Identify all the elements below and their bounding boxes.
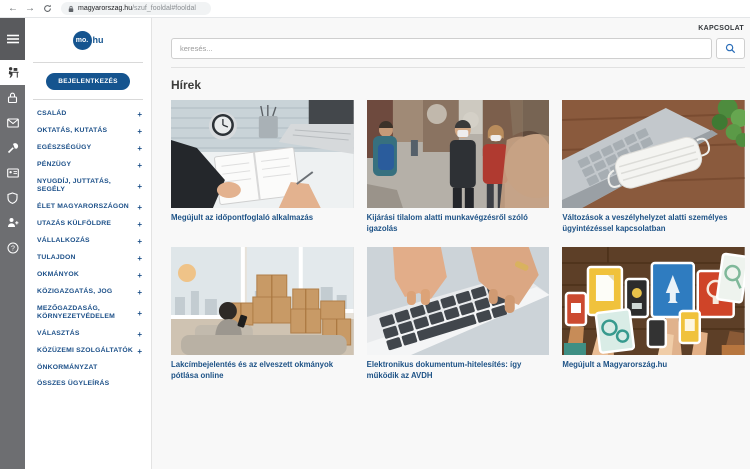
news-title: Elektronikus dokumentum-hitelesítés: így… bbox=[367, 360, 550, 382]
news-card-appointment-app[interactable]: Megújult az időpontfoglaló alkalmazás bbox=[171, 100, 354, 235]
news-heading: Hírek bbox=[171, 78, 750, 92]
expand-plus-icon: + bbox=[137, 254, 142, 263]
news-title: Változások a veszélyhelyzet alatti szemé… bbox=[562, 213, 745, 235]
search-input[interactable] bbox=[171, 38, 712, 59]
news-card-address-registration[interactable]: Lakcímbejelentés és az elveszett okmányo… bbox=[171, 247, 354, 382]
workstation-icon[interactable] bbox=[0, 60, 25, 85]
login-button[interactable]: BEJELENTKEZÉS bbox=[46, 73, 130, 90]
news-title: Megújult a Magyarország.hu bbox=[562, 360, 745, 382]
sidebar-item-kozigazgatas-jog[interactable]: KÖZIGAZGATÁS, JOG+ bbox=[25, 284, 151, 301]
expand-plus-icon: + bbox=[137, 237, 142, 246]
magnifier-icon bbox=[725, 43, 736, 54]
mo-hu-logo[interactable]: mo. hu bbox=[25, 18, 151, 62]
expand-plus-icon: + bbox=[137, 110, 142, 119]
contact-link[interactable]: KAPCSOLAT bbox=[698, 25, 744, 32]
news-image-planner bbox=[171, 100, 354, 208]
search-bar bbox=[171, 38, 745, 59]
sidebar-item-okmanyok[interactable]: OKMÁNYOK+ bbox=[25, 267, 151, 284]
category-menu: CSALÁD+ OKTATÁS, KUTATÁS+ EGÉSZSÉGÜGY+ P… bbox=[25, 100, 151, 393]
news-image-mask-laptop bbox=[562, 100, 745, 208]
sidebar: mo. hu BEJELENTKEZÉS CSALÁD+ OKTATÁS, KU… bbox=[25, 18, 152, 469]
sidebar-item-egeszsegugy[interactable]: EGÉSZSÉGÜGY+ bbox=[25, 140, 151, 157]
expand-plus-icon: + bbox=[137, 144, 142, 153]
news-image-devices bbox=[562, 247, 745, 355]
news-card-curfew-certificate[interactable]: Kijárási tilalom alatti munkavégzésről s… bbox=[367, 100, 550, 235]
hamburger-menu-icon[interactable] bbox=[0, 18, 25, 60]
icon-rail: ? bbox=[0, 18, 25, 469]
address-bar[interactable]: magyarorszag.hu/szuf_fooldal#fooldal bbox=[61, 2, 211, 15]
news-title: Megújult az időpontfoglaló alkalmazás bbox=[171, 213, 354, 235]
sidebar-item-oktatas-kutatas[interactable]: OKTATÁS, KUTATÁS+ bbox=[25, 123, 151, 140]
news-grid: Megújult az időpontfoglaló alkalmazás bbox=[171, 100, 745, 382]
news-card-emergency-admin-changes[interactable]: Változások a veszélyhelyzet alatti szemé… bbox=[562, 100, 745, 235]
expand-plus-icon: + bbox=[137, 161, 142, 170]
sidebar-item-utazas-kulfoldre[interactable]: UTAZÁS KÜLFÖLDRE+ bbox=[25, 216, 151, 233]
browser-toolbar: ← → magyarorszag.hu/szuf_fooldal#fooldal bbox=[0, 0, 750, 18]
add-user-icon[interactable] bbox=[0, 210, 25, 235]
expand-plus-icon: + bbox=[137, 309, 142, 318]
wrench-icon[interactable] bbox=[0, 135, 25, 160]
envelope-icon[interactable] bbox=[0, 110, 25, 135]
expand-plus-icon: + bbox=[137, 203, 142, 212]
news-image-typing-hands bbox=[367, 247, 550, 355]
browser-reload-icon[interactable] bbox=[40, 2, 54, 16]
id-card-icon[interactable] bbox=[0, 160, 25, 185]
sidebar-item-mezogazdasag-kornyezetvedelem[interactable]: MEZŐGAZDASÁG, KÖRNYEZETVÉDELEM+ bbox=[25, 301, 151, 326]
news-image-moving-boxes bbox=[171, 247, 354, 355]
shield-icon[interactable] bbox=[0, 185, 25, 210]
expand-plus-icon: + bbox=[137, 220, 142, 229]
https-padlock-icon bbox=[68, 5, 74, 13]
news-image-street bbox=[367, 100, 550, 208]
browser-forward-icon[interactable]: → bbox=[23, 2, 37, 16]
logo-suffix: hu bbox=[93, 35, 104, 45]
sidebar-item-tulajdon[interactable]: TULAJDON+ bbox=[25, 250, 151, 267]
sidebar-item-penzugy[interactable]: PÉNZÜGY+ bbox=[25, 157, 151, 174]
expand-plus-icon: + bbox=[137, 271, 142, 280]
expand-plus-icon: + bbox=[137, 288, 142, 297]
sidebar-item-vallalkozas[interactable]: VÁLLALKOZÁS+ bbox=[25, 233, 151, 250]
sidebar-item-elet-magyarorszagon[interactable]: ÉLET MAGYARORSZÁGON+ bbox=[25, 199, 151, 216]
sidebar-item-osszes-ugyleiras[interactable]: ÖSSZES ÜGYLEÍRÁS bbox=[25, 376, 151, 392]
sidebar-item-kozuzemi-szolgaltatok[interactable]: KÖZÜZEMI SZOLGÁLTATÓK+ bbox=[25, 343, 151, 360]
expand-plus-icon: + bbox=[137, 347, 142, 356]
url-host: magyarorszag.hu bbox=[78, 5, 132, 12]
svg-text:?: ? bbox=[11, 245, 15, 252]
magyarorszag-hu-portal: ← → magyarorszag.hu/szuf_fooldal#fooldal bbox=[0, 0, 750, 469]
logo-circle: mo. bbox=[73, 31, 92, 50]
news-title: Lakcímbejelentés és az elveszett okmányo… bbox=[171, 360, 354, 382]
main-content: KAPCSOLAT Hírek bbox=[153, 18, 750, 469]
sidebar-item-valasztas[interactable]: VÁLASZTÁS+ bbox=[25, 326, 151, 343]
search-button[interactable] bbox=[716, 38, 745, 59]
expand-plus-icon: + bbox=[137, 330, 142, 339]
news-card-avdh-authentication[interactable]: Elektronikus dokumentum-hitelesítés: így… bbox=[367, 247, 550, 382]
help-question-icon[interactable]: ? bbox=[0, 235, 25, 260]
browser-back-icon[interactable]: ← bbox=[6, 2, 20, 16]
expand-plus-icon: + bbox=[137, 127, 142, 136]
news-card-renewed-portal[interactable]: Megújult a Magyarország.hu bbox=[562, 247, 745, 382]
divider bbox=[171, 67, 745, 68]
sidebar-item-nyugdij-juttatas-segely[interactable]: NYUGDÍJ, JUTTATÁS, SEGÉLY+ bbox=[25, 174, 151, 199]
expand-plus-icon: + bbox=[137, 182, 142, 191]
url-path: /szuf_fooldal#fooldal bbox=[132, 5, 196, 12]
sidebar-item-onkormanyzat[interactable]: ÖNKORMÁNYZAT bbox=[25, 360, 151, 376]
padlock-icon[interactable] bbox=[0, 85, 25, 110]
news-title: Kijárási tilalom alatti munkavégzésről s… bbox=[367, 213, 550, 235]
sidebar-item-csalad[interactable]: CSALÁD+ bbox=[25, 106, 151, 123]
